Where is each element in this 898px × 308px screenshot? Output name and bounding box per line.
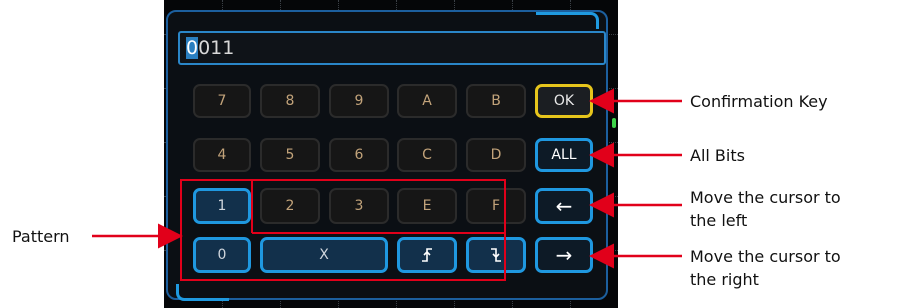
callout-all-bits: All Bits xyxy=(690,146,745,165)
callout-pattern: Pattern xyxy=(12,227,70,246)
callout-confirmation-key: Confirmation Key xyxy=(690,92,828,111)
callout-move-right-line2: the right xyxy=(690,270,759,289)
callout-move-left-line1: Move the cursor to xyxy=(690,188,841,207)
callout-move-right-line1: Move the cursor to xyxy=(690,247,841,266)
callout-move-left-line2: the left xyxy=(690,211,748,230)
